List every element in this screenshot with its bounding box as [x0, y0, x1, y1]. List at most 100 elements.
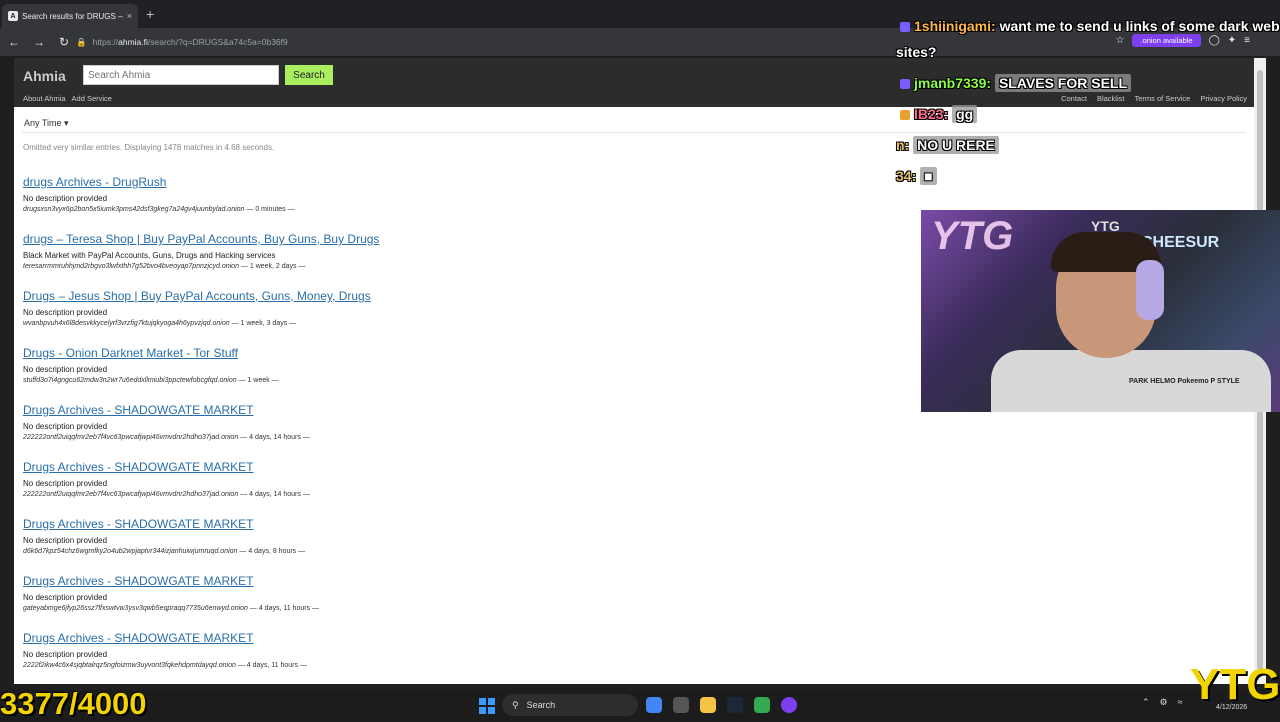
- add-service-link[interactable]: Add Service: [72, 94, 112, 103]
- result-description: No description provided: [23, 593, 108, 602]
- search-button[interactable]: Search: [285, 65, 333, 85]
- time-filter-dropdown[interactable]: Any Time ▾: [24, 118, 69, 129]
- chat-username: IB23:: [914, 106, 949, 122]
- webcam-neon-sign: YTG: [931, 214, 1014, 258]
- result-item: Drugs Archives - SHADOWGATE MARKET No de…: [23, 574, 883, 631]
- ahmia-logo[interactable]: Ahmia: [23, 68, 66, 84]
- file-explorer-icon[interactable]: [700, 697, 716, 713]
- result-meta: 222222ontf2uiqqfmr2eb7f4vc63pwcafjwpi46v…: [23, 434, 883, 441]
- about-link[interactable]: About Ahmia: [23, 94, 66, 103]
- reload-icon[interactable]: ↻: [53, 35, 75, 49]
- steam-icon[interactable]: [727, 697, 743, 713]
- result-description: No description provided: [23, 479, 108, 488]
- chrome-icon[interactable]: [646, 697, 662, 713]
- result-item: Drugs Archives - SHADOWGATE MARKET No de…: [23, 460, 883, 517]
- system-tray: ⌃ ⚙ ≈: [1142, 697, 1183, 708]
- webcam-overlay: YTG YTG CHEESUR PARK HELMO Pokeemo P STY…: [921, 210, 1280, 412]
- back-arrow-icon[interactable]: ←: [3, 35, 25, 49]
- result-onion-address: stuffd3o7i4gngcu62mdw3n2wr7u6eddxllmiubi…: [23, 377, 237, 384]
- result-description: Black Market with PayPal Accounts, Guns,…: [23, 251, 276, 260]
- result-description: No description provided: [23, 650, 108, 659]
- taskbar-search-label: Search: [526, 700, 556, 710]
- result-meta: 222222ontf2uiqqfmr2eb7f4vc63pwcafjwpi46v…: [23, 491, 883, 498]
- chat-message: 1shiinigami: want me to send u links of …: [900, 18, 1280, 34]
- result-onion-address: teresarrmmruhhjmd2rbgvo3lwfxthh7g52bvo4b…: [23, 263, 239, 270]
- result-age: — 4 days, 8 hours —: [239, 548, 306, 555]
- result-link[interactable]: drugs Archives - DrugRush: [23, 175, 883, 194]
- chat-message: jmanb7339: SLAVES FOR SELL: [900, 74, 1132, 92]
- result-onion-address: 222222ontf2uiqqfmr2eb7f4vc63pwcafjwpi46v…: [23, 491, 239, 498]
- result-description: No description provided: [23, 536, 108, 545]
- tor-browser-icon[interactable]: [781, 697, 797, 713]
- app-icon[interactable]: [673, 697, 689, 713]
- result-description: No description provided: [23, 365, 108, 374]
- chat-username: 34:: [896, 168, 917, 184]
- result-onion-address: drugsxsn3vyx6p2bon5x5iumk3pms42dsf3gkeg7…: [23, 206, 245, 213]
- chat-message: n: NO U RERE: [896, 136, 999, 154]
- result-age: — 4 days, 14 hours —: [240, 434, 310, 441]
- result-onion-address: d6k6d7kpz54chz6wgmfky2o4ub2wpjaptvr344iz…: [23, 548, 238, 555]
- result-meta: stuffd3o7i4gngcu62mdw3n2wr7u6eddxllmiubi…: [23, 377, 883, 384]
- result-meta: teresarrmmruhhjmd2rbgvo3lwfxthh7g52bvo4b…: [23, 263, 883, 270]
- chevron-up-icon[interactable]: ⌃: [1142, 697, 1150, 708]
- chat-text: NO U RERE: [913, 136, 999, 154]
- result-onion-address: 222222ontf2uiqqfmr2eb7f4vc63pwcafjwpi46v…: [23, 434, 239, 441]
- taskbar-search[interactable]: ⚲ Search: [502, 694, 638, 716]
- search-input[interactable]: [83, 65, 279, 85]
- result-link[interactable]: Drugs – Jesus Shop | Buy PayPal Accounts…: [23, 289, 883, 308]
- url-text: https://ahmia.fi/search/?q=DRUGS&a74c5a=…: [92, 37, 288, 47]
- windows-start-icon[interactable]: [479, 698, 495, 714]
- result-link[interactable]: Drugs Archives - SHADOWGATE MARKET: [23, 460, 883, 479]
- result-item: Drugs Archives - SHADOWGATE MARKET No de…: [23, 403, 883, 460]
- chat-username: jmanb7339:: [914, 75, 992, 91]
- result-link[interactable]: Drugs Archives - SHADOWGATE MARKET: [23, 574, 883, 593]
- stream-chat-overlay: 1shiinigami: want me to send u links of …: [896, 0, 1280, 200]
- chat-text: want me to send u links of some dark web: [999, 18, 1280, 34]
- usb-icon[interactable]: ⚙: [1160, 697, 1168, 708]
- result-age: — 4 days, 11 hours —: [237, 662, 307, 669]
- search-icon: ⚲: [512, 699, 519, 710]
- address-bar[interactable]: 🔒 https://ahmia.fi/search/?q=DRUGS&a74c5…: [76, 32, 896, 52]
- result-age: — 0 minutes —: [246, 206, 295, 213]
- chat-message-continued: sites?: [896, 44, 937, 60]
- tab-close-icon[interactable]: ×: [127, 11, 132, 21]
- results-summary: Omitted very similar entries. Displaying…: [23, 143, 275, 152]
- results-list: drugs Archives - DrugRush No description…: [23, 175, 883, 684]
- result-age: — 4 days, 11 hours —: [249, 605, 320, 612]
- ahmia-favicon-icon: A: [8, 11, 18, 21]
- header-links-left: About Ahmia Add Service: [23, 94, 112, 103]
- result-description: No description provided: [23, 308, 108, 317]
- forward-arrow-icon[interactable]: →: [28, 35, 50, 49]
- new-tab-button[interactable]: +: [146, 6, 154, 22]
- result-age: — 1 week, 2 days —: [240, 263, 306, 270]
- result-meta: gateyabmge6jfyp26ssz7lfxswtvw3ysv3qwb5eq…: [23, 605, 883, 612]
- result-meta: d6k6d7kpz54chz6wgmfky2o4ub2wpjaptvr344iz…: [23, 548, 883, 555]
- chrome-alt-icon[interactable]: [754, 697, 770, 713]
- result-age: — 1 week, 3 days —: [231, 320, 297, 327]
- result-link[interactable]: drugs – Teresa Shop | Buy PayPal Account…: [23, 232, 883, 251]
- result-item: Drugs - Onion Darknet Market - Tor Stuff…: [23, 346, 883, 403]
- wifi-icon[interactable]: ≈: [1178, 697, 1183, 708]
- result-meta: wvanbpvuh4x6l8desvkkycelyrf3vrzfig7ktujq…: [23, 320, 883, 327]
- result-item: Drugs – Jesus Shop | Buy PayPal Accounts…: [23, 289, 883, 346]
- chat-emote-icon: ■: [920, 167, 937, 185]
- ytg-logo: YTG: [1190, 660, 1280, 709]
- result-link[interactable]: Drugs Archives - SHADOWGATE MARKET: [23, 403, 883, 422]
- lock-icon: 🔒: [76, 36, 87, 47]
- browser-tab[interactable]: A Search results for DRUGS — Ah ×: [2, 4, 138, 28]
- result-meta: drugsxsn3vyx6p2bon5x5iumk3pms42dsf3gkeg7…: [23, 206, 883, 213]
- result-item: Drugs Archives - SHADOWGATE MARKET No de…: [23, 517, 883, 574]
- result-link[interactable]: Drugs Archives - SHADOWGATE MARKET: [23, 631, 883, 650]
- headset-icon: [1136, 260, 1164, 320]
- result-link[interactable]: Drugs - Onion Darknet Market - Tor Stuff: [23, 346, 883, 365]
- chat-badge-icon: [900, 110, 910, 121]
- result-description: No description provided: [23, 422, 108, 431]
- chat-message: 34: ■: [896, 167, 937, 185]
- result-age: — 1 week —: [238, 377, 279, 384]
- result-item: drugs – Teresa Shop | Buy PayPal Account…: [23, 232, 883, 289]
- chat-badge-icon: [900, 22, 910, 33]
- result-onion-address: gateyabmge6jfyp26ssz7lfxswtvw3ysv3qwb5eq…: [23, 605, 248, 612]
- chat-message: IB23: gg: [900, 105, 978, 123]
- result-link[interactable]: Drugs Archives - SHADOWGATE MARKET: [23, 517, 883, 536]
- result-description: No description provided: [23, 194, 108, 203]
